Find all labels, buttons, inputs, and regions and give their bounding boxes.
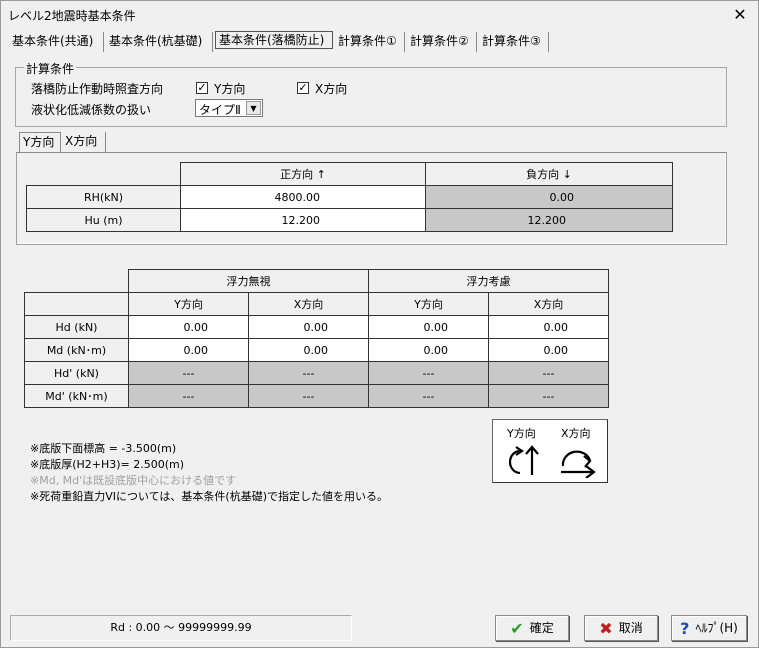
md-cell-3[interactable]: 0.00 — [368, 338, 489, 362]
ok-button-label: 確定 — [529, 621, 554, 635]
dialog-window: レベル2地震時基本条件 ✕ 基本条件(共通) 基本条件(杭基礎) 基本条件(落橋… — [0, 0, 759, 648]
group-header-buoyancy-considered: 浮力考慮 — [368, 269, 609, 293]
x-direction-rotation-icon — [561, 450, 596, 478]
notes: ※底版下面標高 = -3.500(m) ※底版厚(H2+H3)= 2.500(m… — [30, 441, 388, 505]
hu-row-label: Hu (m) — [26, 208, 181, 232]
hd-prime-cell-1: --- — [128, 361, 249, 385]
tab-calc-2[interactable]: 計算条件② — [407, 32, 477, 52]
md-row-label: Md (kN･m) — [24, 338, 129, 362]
md-prime-cell-1: --- — [128, 384, 249, 408]
md-prime-row-label: Md' (kN･m) — [24, 384, 129, 408]
y-direction-checkbox[interactable]: ✓ — [196, 82, 208, 94]
note-md-reference: ※Md, Md'は既設底版中心における値です — [30, 474, 237, 487]
rh-table: 正方向 ↑ 負方向 ↓ RH(kN) 4800.00 0.00 Hu (m) 1… — [26, 162, 673, 232]
help-button-label: ﾍﾙﾌﾟ(H) — [695, 621, 738, 635]
md-cell-1[interactable]: 0.00 — [128, 338, 249, 362]
rh-negative-cell: 0.00 — [425, 185, 673, 209]
y-direction-rotation-icon — [508, 445, 539, 475]
subtab-y-direction[interactable]: Y方向 — [19, 132, 61, 152]
moment-table: 浮力無視 浮力考慮 Y方向 X方向 Y方向 X方向 Hd (kN) 0.00 0… — [24, 269, 609, 408]
direction-label: 落橋防止作動時照査方向 — [31, 82, 164, 96]
note-bottom-elevation: ※底版下面標高 = -3.500(m) — [30, 442, 177, 455]
title-bar: レベル2地震時基本条件 ✕ — [1, 1, 758, 29]
md-cell-4[interactable]: 0.00 — [488, 338, 609, 362]
tab-basic-pile[interactable]: 基本条件(杭基礎) — [106, 32, 213, 52]
rh-header-negative: 負方向 ↓ — [425, 162, 673, 186]
x-mark-icon: ✖ — [599, 619, 613, 638]
chevron-down-icon[interactable]: ▼ — [246, 101, 261, 115]
x-direction-label: X方向 — [315, 82, 348, 96]
liquefaction-label: 液状化低減係数の扱い — [31, 103, 152, 117]
status-bar: Rd : 0.00 ～ 99999999.99 — [10, 615, 352, 641]
sub-header-y-1: Y方向 — [128, 292, 249, 316]
question-mark-icon: ? — [680, 619, 690, 638]
tab-basic-common[interactable]: 基本条件(共通) — [9, 32, 104, 52]
moment-table-corner — [25, 270, 129, 293]
hd-prime-cell-2: --- — [248, 361, 369, 385]
hu-negative-cell: 12.200 — [425, 208, 673, 232]
cancel-button-label: 取消 — [618, 621, 643, 635]
x-direction-checkbox[interactable]: ✓ — [297, 82, 309, 94]
md-prime-cell-3: --- — [368, 384, 489, 408]
hd-row-label: Hd (kN) — [24, 315, 129, 339]
hd-cell-2[interactable]: 0.00 — [248, 315, 369, 339]
sub-header-x-2: X方向 — [488, 292, 609, 316]
calc-conditions-group: 計算条件 落橋防止作動時照査方向 ✓ Y方向 ✓ X方向 液状化低減係数の扱い … — [15, 60, 727, 127]
md-prime-cell-2: --- — [248, 384, 369, 408]
sub-header-blank — [24, 292, 129, 316]
hd-cell-3[interactable]: 0.00 — [368, 315, 489, 339]
tab-calc-3[interactable]: 計算条件③ — [479, 32, 549, 52]
rh-row-label: RH(kN) — [26, 185, 181, 209]
calc-conditions-legend: 計算条件 — [24, 60, 77, 77]
rh-positive-cell[interactable]: 4800.00 — [180, 185, 426, 209]
md-cell-2[interactable]: 0.00 — [248, 338, 369, 362]
y-direction-label: Y方向 — [214, 82, 246, 96]
hd-prime-cell-4: --- — [488, 361, 609, 385]
legend-x-label: X方向 — [561, 427, 591, 440]
hd-prime-row-label: Hd' (kN) — [24, 361, 129, 385]
cancel-button[interactable]: ✖ 取消 — [584, 615, 658, 641]
hd-cell-1[interactable]: 0.00 — [128, 315, 249, 339]
close-icon[interactable]: ✕ — [728, 3, 752, 27]
md-prime-cell-4: --- — [488, 384, 609, 408]
sub-header-x-1: X方向 — [248, 292, 369, 316]
note-dead-load: ※死荷重鉛直力VIについては、基本条件(杭基礎)で指定した値を用いる。 — [30, 490, 389, 503]
tab-calc-1[interactable]: 計算条件① — [335, 32, 405, 52]
group-header-buoyancy-ignored: 浮力無視 — [128, 269, 369, 293]
direction-legend: Y方向 X方向 — [492, 419, 608, 483]
checkmark-icon: ✔ — [510, 619, 524, 638]
sub-header-y-2: Y方向 — [368, 292, 489, 316]
rh-table-corner — [27, 163, 181, 186]
rh-header-positive: 正方向 ↑ — [180, 162, 426, 186]
subtab-x-direction[interactable]: X方向 — [62, 132, 106, 152]
hu-positive-cell[interactable]: 12.200 — [180, 208, 426, 232]
note-slab-thickness: ※底版厚(H2+H3)= 2.500(m) — [30, 458, 185, 471]
hd-cell-4[interactable]: 0.00 — [488, 315, 609, 339]
hd-prime-cell-3: --- — [368, 361, 489, 385]
tab-basic-fall-prevention[interactable]: 基本条件(落橋防止) — [215, 31, 333, 49]
help-button[interactable]: ? ﾍﾙﾌﾟ(H) — [671, 615, 747, 641]
ok-button[interactable]: ✔ 確定 — [495, 615, 569, 641]
window-title: レベル2地震時基本条件 — [8, 9, 136, 23]
liquefaction-select[interactable]: タイプⅡ ▼ — [195, 99, 263, 117]
liquefaction-value: タイプⅡ — [199, 103, 241, 117]
legend-y-label: Y方向 — [507, 427, 536, 440]
